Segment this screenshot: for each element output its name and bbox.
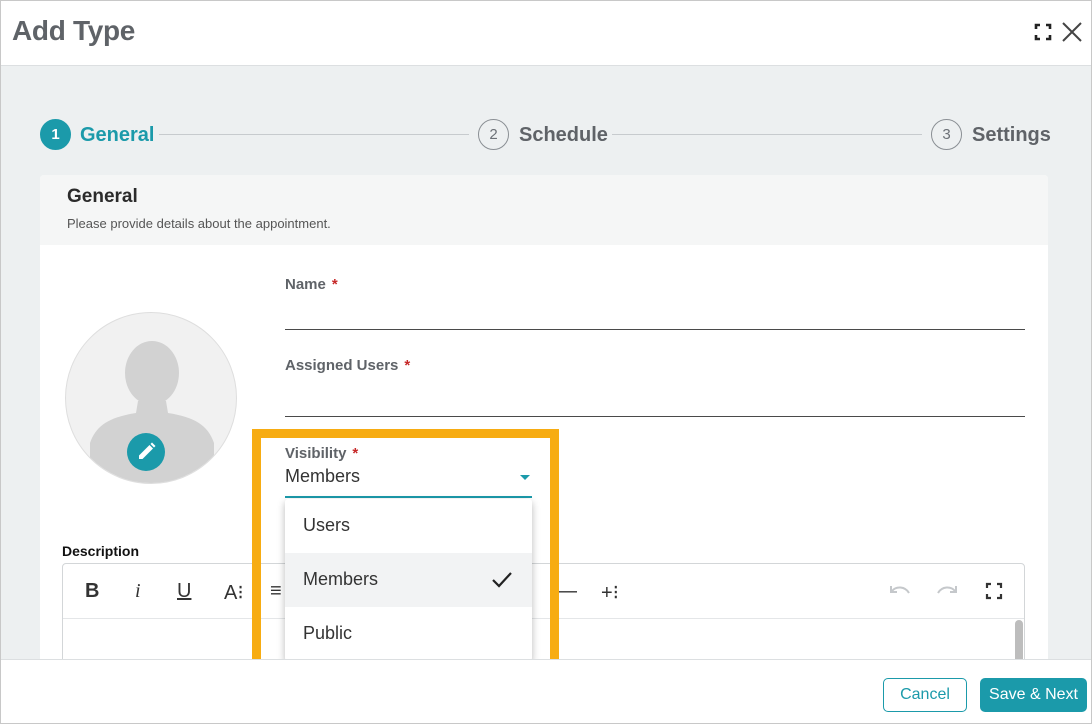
option-public[interactable]: Public [285,607,532,661]
horizontal-rule-icon[interactable]: — [557,580,577,603]
dialog-title: Add Type [12,15,136,46]
step-connector [159,134,469,135]
save-next-button[interactable]: Save & Next [980,678,1087,712]
editor-toolbar: B i U A⁝ ≡ — +⁝ [63,564,1024,619]
dialog-footer: Cancel Save & Next [1,659,1091,723]
align-icon[interactable]: ≡ [270,580,282,603]
step-1-number[interactable]: 1 [40,119,71,150]
insert-icon[interactable]: +⁝ [601,580,619,605]
cancel-button[interactable]: Cancel [883,678,967,712]
visibility-dropdown: Users Members Public [285,499,532,661]
check-icon [492,572,512,588]
dialog-titlebar: Add Type [1,1,1091,66]
font-size-icon[interactable]: A⁝ [224,580,244,605]
fullscreen-icon[interactable] [985,582,1003,600]
redo-icon[interactable] [935,582,959,602]
section-subtitle: Please provide details about the appoint… [67,216,331,231]
name-label: Name * [285,276,338,293]
step-3-label[interactable]: Settings [972,124,1051,147]
edit-avatar-button[interactable] [127,433,165,471]
card-header: General Please provide details about the… [40,175,1048,245]
step-2-number[interactable]: 2 [478,119,509,150]
visibility-underline [285,496,532,498]
step-2-label[interactable]: Schedule [519,124,608,147]
option-members[interactable]: Members [285,553,532,607]
visibility-label: Visibility * [285,445,359,462]
close-icon[interactable] [1061,21,1083,43]
name-underline [285,329,1025,330]
pencil-icon [139,442,156,459]
add-type-dialog: Add Type 1 General 2 Schedule 3 Settings… [0,0,1092,724]
step-1-label[interactable]: General [80,124,154,147]
step-connector [612,134,922,135]
general-card: General Please provide details about the… [40,175,1048,675]
underline-icon[interactable]: U [177,580,191,603]
assigned-users-underline [285,416,1025,417]
bold-icon[interactable]: B [85,580,99,603]
visibility-select[interactable]: Members [285,466,360,487]
undo-icon[interactable] [888,582,912,602]
chevron-down-icon[interactable] [520,475,530,480]
assigned-users-label: Assigned Users * [285,357,411,374]
italic-icon[interactable]: i [135,580,141,603]
description-label: Description [62,543,140,559]
assigned-users-input[interactable] [285,387,1025,415]
name-input[interactable] [285,301,1025,329]
section-title: General [67,186,138,207]
step-3-number[interactable]: 3 [931,119,962,150]
maximize-icon[interactable] [1034,23,1052,41]
option-users[interactable]: Users [285,499,532,553]
